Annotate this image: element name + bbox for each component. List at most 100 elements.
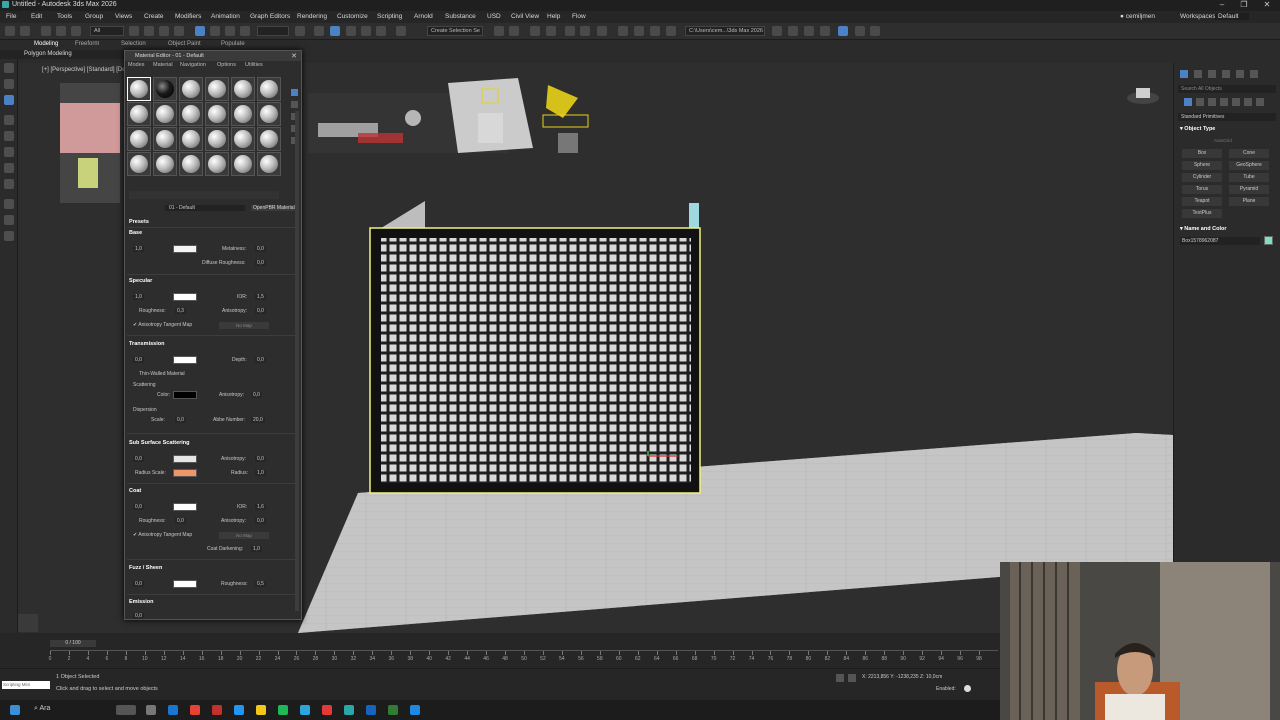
- coat-tangent-checkbox[interactable]: ✔ Anisotropy Tangent Map: [133, 532, 192, 538]
- material-slot[interactable]: [205, 152, 229, 176]
- textplus-button[interactable]: TextPlus: [1182, 209, 1222, 218]
- sample-type-icon[interactable]: [291, 89, 298, 96]
- material-slot[interactable]: [257, 102, 281, 126]
- material-slot[interactable]: [257, 77, 281, 101]
- depth-field[interactable]: 0,0: [255, 357, 266, 363]
- active-shade-icon[interactable]: [838, 26, 848, 36]
- time-ruler[interactable]: 0 2 4 6 8 10 12 14 16 18 20 22 24 26 28 30 32 34 36 38 40 42 4…: [49, 650, 998, 664]
- utilities-tab-icon[interactable]: [1250, 70, 1258, 78]
- tube-button[interactable]: Tube: [1229, 173, 1269, 182]
- thin-walled-checkbox[interactable]: Thin-Walled Material: [139, 371, 185, 377]
- coat-anisotropy-field[interactable]: 0,0: [255, 518, 266, 524]
- align-icon[interactable]: [509, 26, 519, 36]
- rendered-frame-icon[interactable]: [650, 26, 660, 36]
- emission-weight[interactable]: 0,0: [133, 613, 144, 619]
- pyramid-button[interactable]: Pyramid: [1229, 185, 1269, 194]
- object-type-rollout[interactable]: ▾ Object Type: [1180, 126, 1215, 132]
- menu-modes[interactable]: Modes: [128, 62, 145, 68]
- material-slot[interactable]: [153, 77, 177, 101]
- tab-populate[interactable]: Populate: [221, 41, 245, 47]
- material-type-button[interactable]: OpenPBR Material: [251, 205, 299, 211]
- menu-file[interactable]: File: [6, 13, 16, 20]
- motion-tab-icon[interactable]: [1222, 70, 1230, 78]
- coat-weight[interactable]: 0,0: [133, 504, 144, 510]
- specular-ior-field[interactable]: 1,5: [255, 294, 266, 300]
- menu-animation[interactable]: Animation: [211, 13, 240, 20]
- project-path-field[interactable]: C:\Users\cem...\3ds Max 2026: [685, 26, 765, 36]
- emission-rollout[interactable]: Emission: [129, 599, 153, 605]
- cylinder-button[interactable]: Cylinder: [1182, 173, 1222, 182]
- material-slot[interactable]: [231, 127, 255, 151]
- diffuse-roughness-field[interactable]: 0,0: [255, 260, 266, 266]
- close-icon[interactable]: ✕: [291, 52, 297, 60]
- menu-utilities[interactable]: Utilities: [245, 62, 263, 68]
- material-name-field[interactable]: 01 - Default: [165, 205, 245, 211]
- object-name-input[interactable]: Box1578962087: [1180, 237, 1260, 245]
- material-slot[interactable]: [153, 152, 177, 176]
- material-slot[interactable]: [179, 127, 203, 151]
- systems-icon[interactable]: [1256, 98, 1264, 106]
- create-tab-icon[interactable]: [1180, 70, 1188, 78]
- menu-navigation[interactable]: Navigation: [180, 62, 206, 68]
- named-selection-set-select[interactable]: Create Selection Se: [427, 26, 483, 36]
- tab-modeling[interactable]: Modeling: [34, 41, 58, 47]
- snaps-toggle-icon[interactable]: [330, 26, 340, 36]
- view-cube-icon[interactable]: [855, 26, 865, 36]
- name-color-rollout[interactable]: ▾ Name and Color: [1180, 226, 1226, 232]
- time-slider[interactable]: 0 / 100: [50, 640, 96, 647]
- sort-hierarchy-icon[interactable]: [4, 215, 14, 225]
- specular-tangent-map-button[interactable]: No Map: [219, 322, 269, 329]
- minimize-icon[interactable]: –: [1211, 0, 1233, 9]
- settings-gear-icon[interactable]: [870, 26, 880, 36]
- window-crossing-icon[interactable]: [174, 26, 184, 36]
- category-select[interactable]: Standard Primitives: [1178, 113, 1276, 121]
- base-rollout[interactable]: Base: [129, 230, 142, 236]
- menu-flow[interactable]: Flow: [572, 13, 586, 20]
- display-shapes-icon[interactable]: [4, 115, 14, 125]
- geometry-icon[interactable]: [1184, 98, 1192, 106]
- mini-curve-editor-icon[interactable]: [18, 614, 38, 632]
- material-slot[interactable]: [231, 102, 255, 126]
- sss-color-swatch[interactable]: [173, 455, 197, 463]
- pivot-center-icon[interactable]: [295, 26, 305, 36]
- display-lights-icon[interactable]: [4, 131, 14, 141]
- coat-color-swatch[interactable]: [173, 503, 197, 511]
- reference-coord-select[interactable]: [257, 26, 289, 36]
- geosphere-button[interactable]: GeoSphere: [1229, 161, 1269, 170]
- coat-darkening-field[interactable]: 1,0: [251, 546, 262, 552]
- scene-explorer-select-icon[interactable]: [4, 63, 14, 73]
- menu-scripting[interactable]: Scripting: [377, 13, 402, 20]
- render-preview-icon[interactable]: [820, 26, 830, 36]
- sss-anisotropy-field[interactable]: 0,0: [255, 456, 266, 462]
- sss-radius-field[interactable]: 1,0: [255, 470, 266, 476]
- presets-rollout[interactable]: Presets: [129, 219, 149, 225]
- cameras-icon[interactable]: [1220, 98, 1228, 106]
- display-geometry-icon[interactable]: [4, 95, 14, 105]
- word-icon[interactable]: [410, 705, 420, 715]
- mirror-icon[interactable]: [494, 26, 504, 36]
- selection-filter-select[interactable]: All: [90, 26, 124, 36]
- material-slot[interactable]: [179, 102, 203, 126]
- select-by-name-icon[interactable]: [144, 26, 154, 36]
- coat-ior-field[interactable]: 1,6: [255, 504, 266, 510]
- move-icon[interactable]: [195, 26, 205, 36]
- redo-icon[interactable]: [20, 26, 30, 36]
- photoshop-icon[interactable]: [366, 705, 376, 715]
- menu-customize[interactable]: Customize: [337, 13, 368, 20]
- angle-snap-icon[interactable]: [346, 26, 356, 36]
- material-slot[interactable]: [127, 152, 151, 176]
- task-view-icon[interactable]: [116, 705, 136, 715]
- material-slot[interactable]: [231, 77, 255, 101]
- display-spacewarps-icon[interactable]: [4, 179, 14, 189]
- scale-icon[interactable]: [225, 26, 235, 36]
- material-slot[interactable]: [257, 152, 281, 176]
- menu-create[interactable]: Create: [144, 13, 164, 20]
- material-slot[interactable]: [127, 102, 151, 126]
- maxscript-listener-input[interactable]: Scripting Mini: [2, 681, 50, 689]
- material-editor-window[interactable]: Material Editor - 01 - Default ✕ Modes M…: [124, 50, 302, 620]
- chrome-icon[interactable]: [190, 705, 200, 715]
- display-helpers-icon[interactable]: [4, 163, 14, 173]
- coordinate-display[interactable]: X: 2213,856 Y: -1238,235 Z: 10,0cm: [862, 674, 942, 680]
- material-slot[interactable]: [127, 77, 151, 101]
- menu-material[interactable]: Material: [153, 62, 173, 68]
